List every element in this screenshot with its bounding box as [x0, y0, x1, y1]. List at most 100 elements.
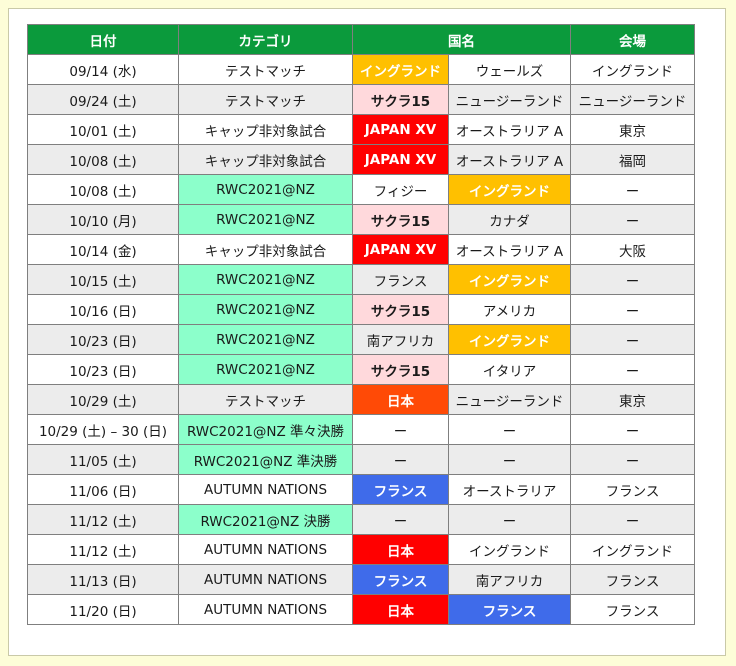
category-cell: RWC2021@NZ — [178, 294, 353, 325]
date-cell: 11/20 (日) — [27, 594, 179, 625]
date-cell: 11/13 (日) — [27, 564, 179, 595]
team1-cell: フィジー — [352, 174, 449, 205]
table-row: 10/15 (土) RWC2021@NZ フランス イングランド ー — [27, 264, 695, 295]
venue-cell: フランス — [570, 564, 695, 595]
team1-cell: サクラ15 — [352, 294, 449, 325]
venue-cell: フランス — [570, 594, 695, 625]
team1-cell: JAPAN XV — [352, 144, 449, 175]
venue-cell: 東京 — [570, 384, 695, 415]
date-cell: 10/29 (土) – 30 (日) — [27, 414, 179, 445]
venue-cell: ー — [570, 414, 695, 445]
table-row: 11/06 (日) AUTUMN NATIONS フランス オーストラリア フラ… — [27, 474, 695, 505]
team2-cell: オーストラリア A — [448, 234, 571, 265]
team2-cell: 南アフリカ — [448, 564, 571, 595]
team2-cell: ー — [448, 444, 571, 475]
team1-cell: ー — [352, 444, 449, 475]
date-cell: 10/08 (土) — [27, 174, 179, 205]
team2-cell: ニュージーランド — [448, 84, 571, 115]
team1-cell: 日本 — [352, 534, 449, 565]
category-cell: AUTUMN NATIONS — [178, 564, 353, 595]
header-category: カテゴリ — [178, 24, 353, 55]
venue-cell: ー — [570, 204, 695, 235]
category-cell: AUTUMN NATIONS — [178, 594, 353, 625]
category-cell: AUTUMN NATIONS — [178, 474, 353, 505]
category-cell: RWC2021@NZ — [178, 204, 353, 235]
date-cell: 10/08 (土) — [27, 144, 179, 175]
category-cell: テストマッチ — [178, 84, 353, 115]
venue-cell: ー — [570, 444, 695, 475]
table-row: 11/12 (土) RWC2021@NZ 決勝 ー ー ー — [27, 504, 695, 535]
venue-cell: イングランド — [570, 534, 695, 565]
team1-cell: 日本 — [352, 384, 449, 415]
venue-cell: ー — [570, 294, 695, 325]
date-cell: 09/14 (水) — [27, 54, 179, 85]
team1-cell: サクラ15 — [352, 84, 449, 115]
table-row: 11/12 (土) AUTUMN NATIONS 日本 イングランド イングラン… — [27, 534, 695, 565]
category-cell: キャップ非対象試合 — [178, 234, 353, 265]
team2-cell: イングランド — [448, 264, 571, 295]
table-row: 10/14 (金) キャップ非対象試合 JAPAN XV オーストラリア A 大… — [27, 234, 695, 265]
date-cell: 09/24 (土) — [27, 84, 179, 115]
category-cell: RWC2021@NZ — [178, 354, 353, 385]
category-cell: キャップ非対象試合 — [178, 144, 353, 175]
venue-cell: ー — [570, 264, 695, 295]
date-cell: 10/14 (金) — [27, 234, 179, 265]
table-row: 10/10 (月) RWC2021@NZ サクラ15 カナダ ー — [27, 204, 695, 235]
category-cell: RWC2021@NZ — [178, 264, 353, 295]
venue-cell: 東京 — [570, 114, 695, 145]
table-row: 10/08 (土) キャップ非対象試合 JAPAN XV オーストラリア A 福… — [27, 144, 695, 175]
venue-cell: 大阪 — [570, 234, 695, 265]
schedule-table: 日付 カテゴリ 国名 会場 09/14 (水) テストマッチ イングランド ウェ… — [27, 24, 695, 625]
category-cell: テストマッチ — [178, 384, 353, 415]
team2-cell: オーストラリア A — [448, 144, 571, 175]
venue-cell: ニュージーランド — [570, 84, 695, 115]
team2-cell: ウェールズ — [448, 54, 571, 85]
category-cell: RWC2021@NZ — [178, 174, 353, 205]
team2-cell: ー — [448, 414, 571, 445]
team2-cell: オーストラリア — [448, 474, 571, 505]
table-row: 10/29 (土) テストマッチ 日本 ニュージーランド 東京 — [27, 384, 695, 415]
team2-cell: アメリカ — [448, 294, 571, 325]
date-cell: 10/15 (土) — [27, 264, 179, 295]
team2-cell: ニュージーランド — [448, 384, 571, 415]
category-cell: RWC2021@NZ — [178, 324, 353, 355]
venue-cell: 福岡 — [570, 144, 695, 175]
team1-cell: 日本 — [352, 594, 449, 625]
venue-cell: ー — [570, 354, 695, 385]
table-row: 10/29 (土) – 30 (日) RWC2021@NZ 準々決勝 ー ー ー — [27, 414, 695, 445]
table-row: 10/23 (日) RWC2021@NZ 南アフリカ イングランド ー — [27, 324, 695, 355]
category-cell: キャップ非対象試合 — [178, 114, 353, 145]
team2-cell: イタリア — [448, 354, 571, 385]
table-row: 11/20 (日) AUTUMN NATIONS 日本 フランス フランス — [27, 594, 695, 625]
date-cell: 10/29 (土) — [27, 384, 179, 415]
date-cell: 10/23 (日) — [27, 324, 179, 355]
header-venue: 会場 — [570, 24, 695, 55]
header-country: 国名 — [352, 24, 571, 55]
date-cell: 11/12 (土) — [27, 534, 179, 565]
team1-cell: JAPAN XV — [352, 114, 449, 145]
date-cell: 10/10 (月) — [27, 204, 179, 235]
team1-cell: ー — [352, 414, 449, 445]
table-row: 10/16 (日) RWC2021@NZ サクラ15 アメリカ ー — [27, 294, 695, 325]
table-row: 09/14 (水) テストマッチ イングランド ウェールズ イングランド — [27, 54, 695, 85]
team2-cell: イングランド — [448, 534, 571, 565]
team1-cell: イングランド — [352, 54, 449, 85]
category-cell: RWC2021@NZ 準々決勝 — [178, 414, 353, 445]
table-row: 10/08 (土) RWC2021@NZ フィジー イングランド ー — [27, 174, 695, 205]
team1-cell: フランス — [352, 474, 449, 505]
date-cell: 11/06 (日) — [27, 474, 179, 505]
category-cell: AUTUMN NATIONS — [178, 534, 353, 565]
team1-cell: サクラ15 — [352, 354, 449, 385]
date-cell: 10/23 (日) — [27, 354, 179, 385]
venue-cell: ー — [570, 174, 695, 205]
venue-cell: フランス — [570, 474, 695, 505]
table-row: 11/05 (土) RWC2021@NZ 準決勝 ー ー ー — [27, 444, 695, 475]
date-cell: 10/16 (日) — [27, 294, 179, 325]
team1-cell: フランス — [352, 564, 449, 595]
table-row: 10/01 (土) キャップ非対象試合 JAPAN XV オーストラリア A 東… — [27, 114, 695, 145]
team1-cell: ー — [352, 504, 449, 535]
table-row: 11/13 (日) AUTUMN NATIONS フランス 南アフリカ フランス — [27, 564, 695, 595]
table-row: 09/24 (土) テストマッチ サクラ15 ニュージーランド ニュージーランド — [27, 84, 695, 115]
category-cell: RWC2021@NZ 決勝 — [178, 504, 353, 535]
venue-cell: ー — [570, 324, 695, 355]
